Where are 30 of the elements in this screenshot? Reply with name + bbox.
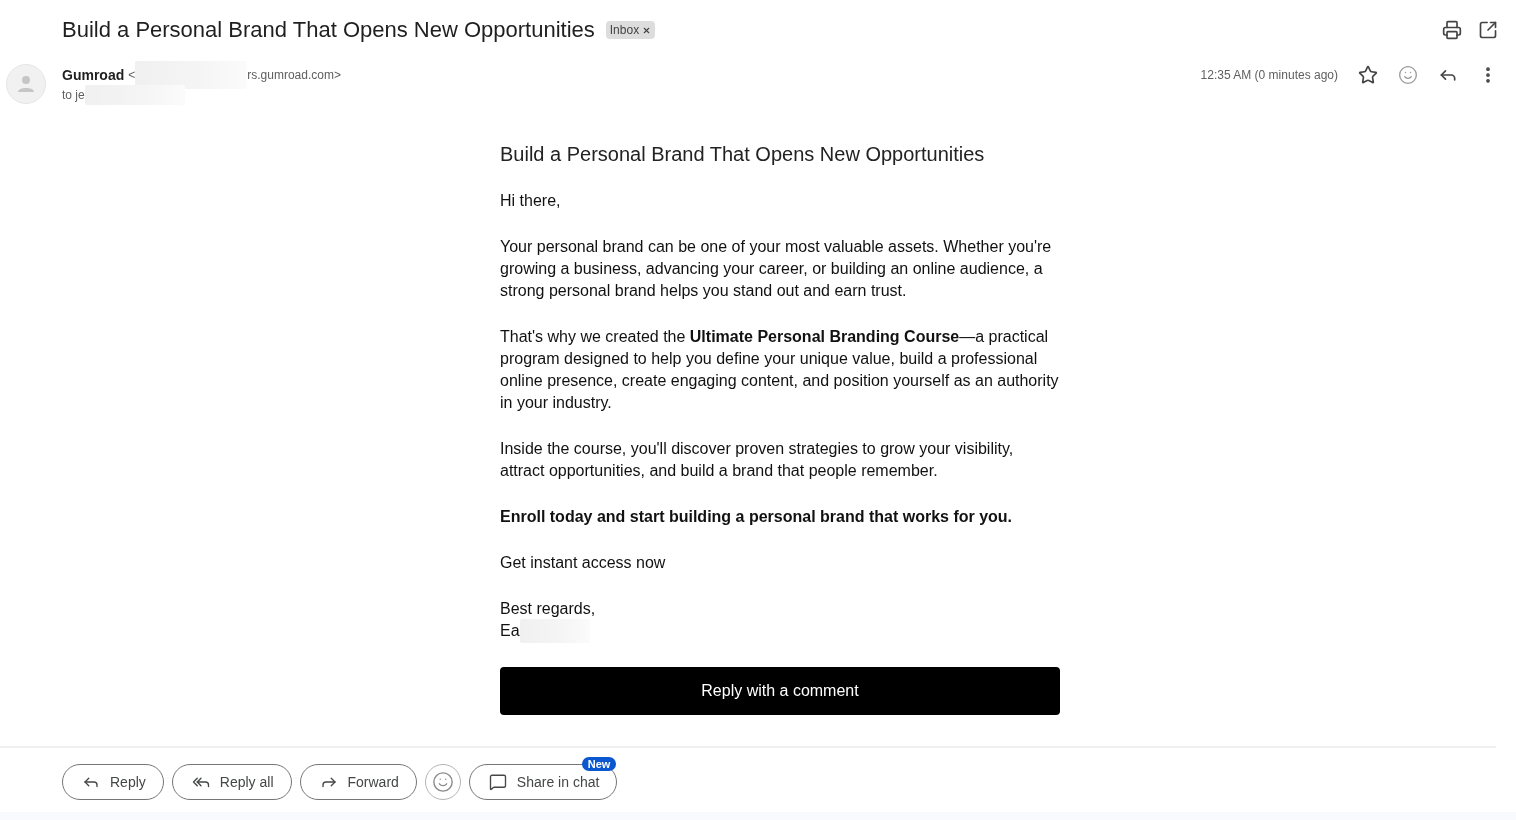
close-icon[interactable] [642,25,652,35]
new-badge: New [581,757,617,771]
forward-button[interactable]: Forward [299,764,417,800]
body-paragraph: Get instant access now [500,553,667,573]
smiley-icon [431,771,454,793]
reply-button[interactable]: Reply [62,764,164,800]
body-paragraph: Your personal brand can be one of your most valuable assets. Whether you're growing a business, advancing your career, or building an online audience, a strong personal brand helps you stand out and earn trust. [500,237,1053,301]
print-icon[interactable] [1442,20,1462,40]
body-paragraph: Inside the course, you'll discover proven strategies to grow your visibility, attract opportunities, and build a brand that people remember. [500,439,1015,481]
recipient-text: to je [62,88,85,102]
email-subject: Build a Personal Brand That Opens New Opportunities [62,16,595,44]
timestamp: 12:35 AM (0 minutes ago) [1200,68,1338,82]
star-icon[interactable] [1358,65,1378,85]
reply-with-comment-button[interactable]: Reply with a comment [500,667,1060,715]
sender-email: rs.gumroad.com> [247,68,341,82]
body-paragraph: That's why we created the Ultimate Personal Branding Course—a practical program designed to help you define your unique value, build a professional online presence, create engaging content, and position yourself as an authority in your industry. [500,327,1060,413]
emoji-button[interactable] [424,764,461,800]
signature-name: Ea [500,621,520,641]
email-heading: Build a Personal Brand That Opens New Opportunities [500,142,986,166]
label-text: Inbox [609,22,640,38]
chat-bubble-icon [488,773,507,791]
avatar-icon [6,64,46,104]
body-paragraph: Enroll today and start building a personal brand that works for you. [500,507,1014,527]
body-paragraph: Hi there, [500,191,562,211]
smiley-icon[interactable] [1398,65,1418,85]
sender-name: Gumroad [62,67,125,83]
sender-email: < [128,68,136,82]
signature-closing: Best regards, [500,599,597,619]
reply-all-button[interactable]: Reply all [171,764,292,800]
open-in-new-window-icon[interactable] [1478,20,1498,40]
